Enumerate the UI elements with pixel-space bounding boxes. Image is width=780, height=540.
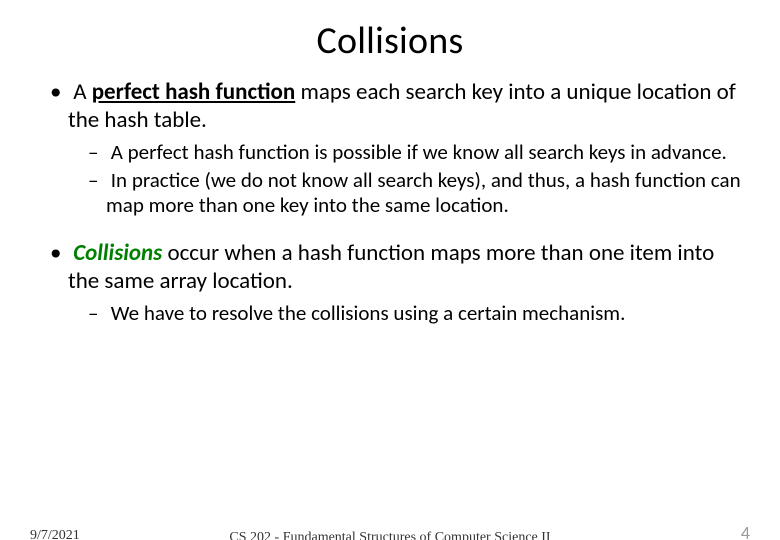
- footer-page-number: 4: [741, 522, 750, 540]
- text: occur when a hash function maps more tha…: [68, 239, 714, 295]
- bullet-1: A perfect hash function maps each search…: [40, 78, 748, 134]
- bullet-2-sub-1: We have to resolve the collisions using …: [40, 301, 748, 327]
- bullet-1-sub-1: A perfect hash function is possible if w…: [40, 140, 748, 166]
- slide: Collisions A perfect hash function maps …: [0, 18, 780, 540]
- text: In practice (we do not know all search k…: [106, 167, 741, 219]
- footer-course: CS 202 - Fundamental Structures of Compu…: [0, 530, 780, 540]
- text: A perfect hash function is possible if w…: [111, 139, 727, 165]
- slide-title: Collisions: [0, 18, 780, 64]
- slide-body: A perfect hash function maps each search…: [0, 78, 780, 327]
- spacer: [40, 221, 748, 239]
- term-perfect-hash-function: perfect hash function: [92, 78, 296, 106]
- text: A: [73, 78, 92, 106]
- bullet-1-sub-2: In practice (we do not know all search k…: [40, 168, 748, 219]
- bullet-2: Collisions occur when a hash function ma…: [40, 239, 748, 295]
- text: We have to resolve the collisions using …: [111, 300, 626, 326]
- term-collisions: Collisions: [73, 239, 162, 267]
